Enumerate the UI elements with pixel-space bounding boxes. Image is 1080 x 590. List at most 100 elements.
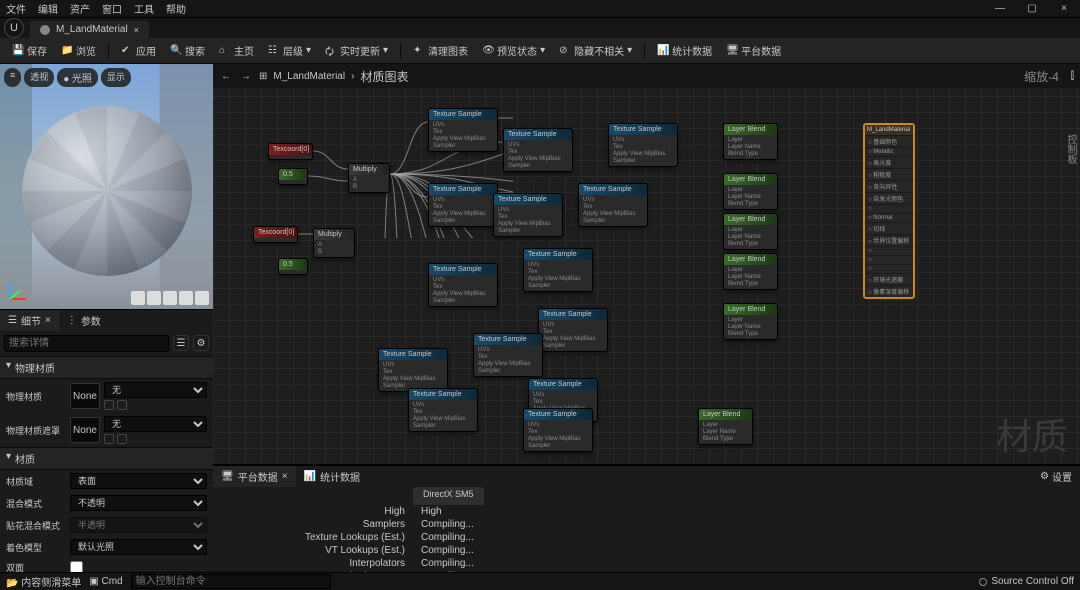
node-texture-sample[interactable]: Texture SampleUVsTexApply View MipBiasSa… [523,248,593,292]
node-texture-sample[interactable]: Texture SampleUVsTexApply View MipBiasSa… [538,308,608,352]
nav-back-button[interactable]: ← [219,71,233,82]
vp-shape-mesh[interactable] [195,291,209,305]
blend-mode-select[interactable]: 不透明 [70,495,207,511]
sidebar-toggle-icon[interactable]: ⫿ [1071,71,1074,82]
vp-mode-lit[interactable]: ● 光照 [57,68,98,87]
crumb-root[interactable]: M_LandMaterial [273,71,345,82]
graph-root-icon[interactable]: ⊞ [259,71,267,82]
vp-show-button[interactable]: 显示 [101,68,131,87]
stats-settings-button[interactable]: ⚙设置 [1040,469,1072,484]
close-icon[interactable]: × [282,471,288,482]
node-layer-blend[interactable]: Layer BlendLayerLayer NameBlend Type [723,303,778,340]
vp-shape-plane[interactable] [163,291,177,305]
menu-help[interactable]: 帮助 [166,1,186,16]
details-icon: ☰ [8,315,17,326]
close-button[interactable]: × [1054,3,1074,14]
node-texture-sample[interactable]: Texture SampleUVsTexApply View MipBiasSa… [408,388,478,432]
decal-blend-select: 半透明 [70,517,207,533]
node-texture-sample[interactable]: Texture SampleUVsTexApply View MipBiasSa… [578,183,648,227]
tab-close-icon[interactable]: × [134,25,139,35]
details-gear-icon[interactable]: ⚙ [193,335,209,351]
shading-model-select[interactable]: 默认光照 [70,539,207,555]
preview-viewport[interactable]: ≡ 透视 ● 光照 显示 [0,64,213,309]
asset-thumb[interactable]: None [70,417,100,443]
graph-canvas[interactable]: Texcoord[0] Texcoord[0] 0.5 0.5 MultiplyAB Mu… [213,88,1080,464]
console-input[interactable] [131,574,331,589]
category-material[interactable]: ▾材质 [0,447,213,470]
vp-shape-cube[interactable] [179,291,193,305]
vp-shape-cylinder[interactable] [131,291,145,305]
menu-edit[interactable]: 编辑 [38,1,58,16]
document-tab[interactable]: M_LandMaterial × [30,21,149,38]
apply-button[interactable]: ✔应用 [115,40,162,61]
node-texture-sample[interactable]: Texture SampleUVsTexApply View MipBiasSa… [503,128,573,172]
node-layer-blend[interactable]: Layer BlendLayerLayer NameBlend Type [723,253,778,290]
crumb-leaf[interactable]: 材质图表 [360,68,408,85]
browse-button[interactable]: 📁浏览 [55,40,102,61]
use-selected-icon[interactable] [104,400,114,410]
tab-details[interactable]: ☰细节× [0,310,59,331]
home-button[interactable]: ⌂主页 [213,40,260,61]
phys-material-select[interactable]: 无 [104,382,207,398]
menu-file[interactable]: 文件 [6,1,26,16]
save-button[interactable]: 💾保存 [6,40,53,61]
vp-mode-perspective[interactable]: 透视 [24,68,54,87]
hide-unrelated-button[interactable]: ⊘隐藏不相关▾ [553,40,638,61]
menu-window[interactable]: 窗口 [102,1,122,16]
vp-menu-icon[interactable]: ≡ [4,68,21,87]
tab-params[interactable]: ⋮参数 [59,310,109,331]
zoom-level: 缩放-4 [1024,68,1059,85]
shader-platform-tab[interactable]: DirectX SM5 [413,487,484,505]
node-layer-blend[interactable]: Layer BlendLayerLayer NameBlend Type [723,213,778,250]
node-multiply[interactable]: MultiplyAB [348,163,390,193]
browse-to-icon[interactable] [117,400,127,410]
sphere-icon [40,25,50,35]
node-texture-sample[interactable]: Texture SampleUVsTexApply View MipBiasSa… [608,123,678,167]
node-layer-blend[interactable]: Layer BlendLayerLayer NameBlend Type [698,408,753,445]
clean-graph-button[interactable]: ✦清理图表 [407,40,474,61]
node-texture-sample[interactable]: Texture SampleUVsTexApply View MipBiasSa… [493,193,563,237]
preview-button[interactable]: 👁预览状态▾ [476,40,551,61]
tab-platform-stats[interactable]: 🖥平台数据× [213,466,296,487]
menu-asset[interactable]: 资产 [70,1,90,16]
node-texture-sample[interactable]: Texture SampleUVsTexApply View MipBiasSa… [428,263,498,307]
node-texture-sample[interactable]: Texture SampleUVsTexApply View MipBiasSa… [473,333,543,377]
minimize-button[interactable]: — [990,3,1010,14]
asset-thumb[interactable]: None [70,383,100,409]
node-texcoord[interactable]: Texcoord[0] [268,143,313,160]
tab-stats[interactable]: 📊统计数据 [296,466,368,487]
browse-to-icon[interactable] [117,434,127,444]
node-const[interactable]: 0.5 [278,258,308,275]
nav-fwd-button[interactable]: → [239,71,253,82]
details-search-input[interactable] [4,335,169,352]
node-texture-sample[interactable]: Texture SampleUVsTexApply View MipBiasSa… [523,408,593,452]
menu-tools[interactable]: 工具 [134,1,154,16]
category-phys-material[interactable]: ▾物理材质 [0,356,213,379]
live-update-button[interactable]: 🗘实时更新▾ [319,40,394,61]
close-icon[interactable]: × [45,315,51,326]
details-filter-icon[interactable]: ☰ [173,335,189,351]
search-button[interactable]: 🔍搜索 [164,40,211,61]
two-sided-checkbox[interactable] [70,561,83,572]
node-texture-sample[interactable]: Texture SampleUVsTexApply View MipBiasSa… [378,348,448,392]
stats-button[interactable]: 📊统计数据 [651,40,718,61]
content-drawer-button[interactable]: 📂 内容侧滑菜单 [6,574,81,589]
node-texture-sample[interactable]: Texture SampleUVsTexApply View MipBiasSa… [428,108,498,152]
node-layer-blend[interactable]: Layer BlendLayerLayer NameBlend Type [723,123,778,160]
node-const[interactable]: 0.5 [278,168,308,185]
node-texture-sample[interactable]: Texture SampleUVsTexApply View MipBiasSa… [428,183,498,227]
platform-stats-button[interactable]: 🖥平台数据 [720,40,787,61]
palette-label[interactable]: 控制板 [1063,134,1078,164]
phys-material-mask-select[interactable]: 无 [104,416,207,432]
hierarchy-button[interactable]: ☷层级▾ [262,40,317,61]
node-material-result[interactable]: M_LandMaterial○ 基础颜色○ Metallic○ 高光度○ 粗糙度… [863,123,915,299]
chevron-down-icon: ▾ [6,451,11,466]
node-texcoord[interactable]: Texcoord[0] [253,226,298,243]
node-layer-blend[interactable]: Layer BlendLayerLayer NameBlend Type [723,173,778,210]
node-multiply[interactable]: MultiplyAB [313,228,355,258]
vp-shape-sphere[interactable] [147,291,161,305]
source-control-status[interactable]: Source Control Off [979,576,1074,587]
use-selected-icon[interactable] [104,434,114,444]
material-domain-select[interactable]: 表面 [70,473,207,489]
maximize-button[interactable]: ▢ [1022,3,1042,14]
